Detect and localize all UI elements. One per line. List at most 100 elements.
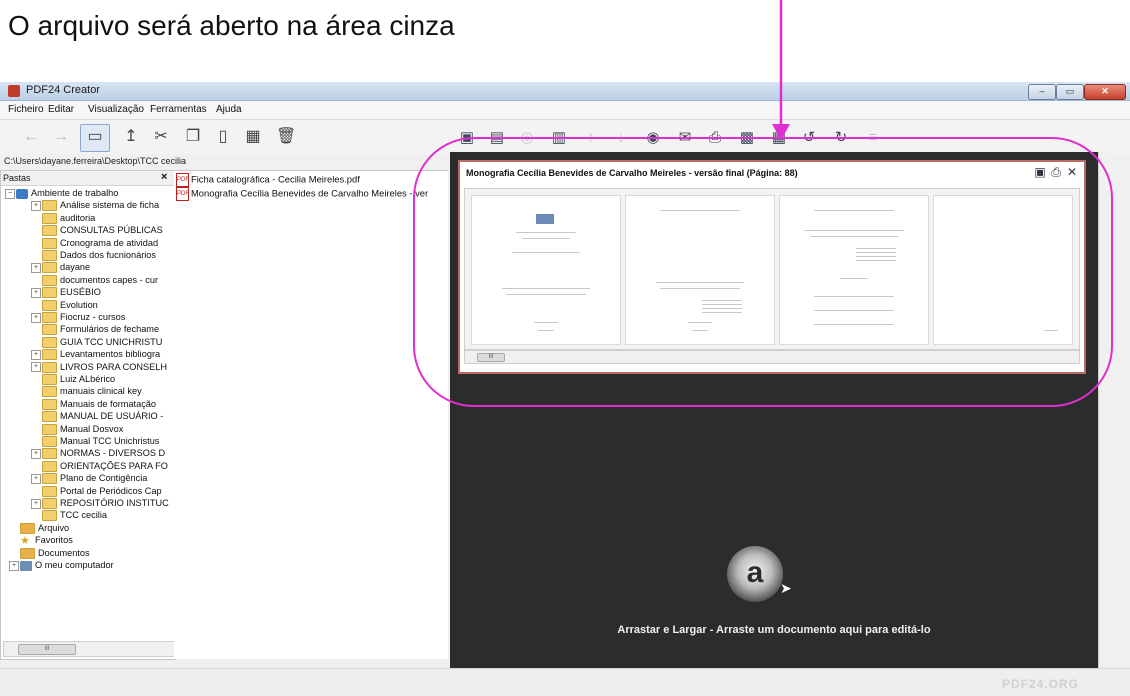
tree-item[interactable]: Evolution [31, 299, 98, 311]
tree-item[interactable]: TCC cecilia [31, 509, 107, 522]
print-icon[interactable]: ⎙ [706, 129, 724, 147]
pdf24-window: PDF24 Creator – ▭ ✕ Ficheiro Editar Visu… [0, 82, 1130, 696]
editor-area[interactable]: Monografia Cecília Benevides de Carvalho… [450, 152, 1098, 668]
tree-item[interactable]: + Fiocruz - cursos [31, 311, 125, 324]
collapse-icon[interactable]: − [5, 188, 15, 199]
maximize-button[interactable]: ▭ [1056, 84, 1084, 100]
rotate-left-icon[interactable]: ↺ [800, 129, 818, 147]
tree-item[interactable]: Formulários de fechame [31, 323, 160, 336]
up-arrow-icon[interactable]: ↑ [582, 129, 600, 147]
special-folder-icon [20, 522, 35, 534]
expand-icon[interactable]: + [31, 200, 41, 211]
expand-icon[interactable]: + [31, 349, 41, 360]
folder-icon [42, 411, 57, 423]
page-thumbnail[interactable] [471, 195, 621, 345]
tree-item[interactable]: documentos capes - cur [31, 274, 158, 286]
menu-ajuda[interactable]: Ajuda [216, 104, 242, 115]
tree-item-label: Formulários de fechame [60, 324, 160, 335]
fax-icon[interactable]: ▩ [738, 129, 756, 147]
grid-view-icon[interactable]: ▦ [770, 129, 788, 147]
tree-item[interactable]: + O meu computador [9, 559, 114, 571]
tree-horizontal-scrollbar[interactable]: III [3, 641, 175, 657]
rotate-right-icon[interactable]: ↻ [832, 129, 850, 147]
tree-item[interactable]: + REPOSITÓRIO INSTITUC [31, 497, 169, 510]
document-scroll-thumb[interactable]: III [477, 353, 505, 362]
tree-item[interactable]: Arquivo [9, 522, 69, 534]
paste-icon[interactable]: ▯ [214, 128, 232, 146]
grid-icon[interactable]: ▦ [244, 128, 262, 146]
expand-icon[interactable]: + [31, 473, 41, 484]
tree-item[interactable]: + EUSÉBIO [31, 286, 101, 299]
tree-item-label: CONSULTAS PÚBLICAS [60, 225, 163, 236]
tree-item[interactable]: Manual TCC Unichristus [31, 435, 159, 448]
tree-item[interactable]: Portal de Periódicos Cap [31, 485, 162, 497]
expand-icon[interactable]: + [31, 287, 41, 298]
trash-icon[interactable]: 🗑 [276, 128, 296, 146]
tree-item[interactable]: Cronograma de atividad [31, 237, 158, 249]
tree-item[interactable]: Manual Dosvox [31, 423, 123, 435]
tree-item[interactable]: GUIA TCC UNICHRISTU [31, 336, 162, 348]
expand-icon[interactable]: + [31, 498, 41, 509]
tree-item[interactable]: CONSULTAS PÚBLICAS [31, 224, 163, 237]
close-icon[interactable]: ✕ [1066, 166, 1078, 178]
page-thumbnails[interactable] [464, 188, 1080, 350]
menu-editar[interactable]: Editar [48, 104, 74, 115]
tree-item-label: EUSÉBIO [60, 287, 101, 298]
tree-scroll-thumb[interactable]: III [18, 644, 76, 655]
tree-item[interactable]: + LIVROS PARA CONSELH [31, 361, 167, 373]
menu-ficheiro[interactable]: Ficheiro [8, 104, 44, 115]
tree-item[interactable]: Documentos [9, 547, 90, 559]
expand-icon[interactable]: + [31, 362, 41, 373]
page-icon[interactable]: ▤ [488, 129, 506, 147]
file-item[interactable]: PDF Monografia Cecília Benevides de Carva… [176, 187, 428, 201]
copy-icon[interactable]: ❐ [184, 128, 202, 146]
page-thumbnail[interactable] [933, 195, 1073, 345]
folder-icon [42, 374, 57, 386]
tree-item[interactable]: ORIENTAÇÕES PARA FO [31, 460, 168, 472]
menu-visualizacao[interactable]: Visualização [88, 104, 144, 115]
file-item[interactable]: PDF Ficha catalográfica - Cecilia Meirele… [176, 173, 360, 187]
delete-page-icon[interactable]: ▥ [550, 129, 568, 147]
back-arrow-icon[interactable]: ← [22, 128, 40, 146]
tree-close-button[interactable]: × [161, 171, 167, 183]
expand-icon[interactable]: + [31, 312, 41, 323]
tree-item[interactable]: + Plano de Contigência [31, 472, 147, 485]
folder-view-icon[interactable]: ▭ [86, 128, 104, 146]
up-icon[interactable]: ↥ [122, 128, 140, 146]
menu-ferramentas[interactable]: Ferramentas [150, 104, 207, 115]
link-icon[interactable]: ◎ [518, 129, 536, 147]
close-window-button[interactable]: ✕ [1084, 84, 1126, 100]
tree-item[interactable]: MANUAL DE USUÁRIO - [31, 410, 163, 423]
mail-icon[interactable]: ✉ [676, 129, 694, 147]
tree-item[interactable]: + dayane [31, 261, 90, 274]
tree-item[interactable]: Manuais de formatação [31, 398, 156, 410]
tree-item[interactable]: Luiz ALbérico [31, 373, 115, 386]
eye-icon[interactable]: ◉ [644, 129, 662, 147]
tree-item[interactable]: − Ambiente de trabalho [5, 187, 118, 199]
tree-item[interactable]: ★ Favoritos [9, 534, 73, 547]
down-arrow-icon[interactable]: ↓ [612, 129, 630, 147]
folder-icon [42, 423, 57, 435]
tree-item[interactable]: Dados dos fucnionários [31, 249, 156, 262]
print-icon[interactable]: ⎙ [1050, 166, 1062, 178]
tree-item[interactable]: + Análise sistema de ficha [31, 199, 159, 212]
tree-item[interactable]: auditoria [31, 212, 95, 224]
cut-icon[interactable]: ✂ [152, 128, 170, 146]
save-icon[interactable]: ▣ [458, 129, 476, 147]
tree-item-label: O meu computador [35, 560, 114, 570]
tree-item[interactable]: + NORMAS - DIVERSOS D [31, 447, 165, 460]
minimize-button[interactable]: – [1028, 84, 1056, 100]
expand-icon[interactable]: + [31, 448, 41, 459]
document-horizontal-scrollbar[interactable]: III [464, 350, 1080, 364]
forward-arrow-icon[interactable]: → [52, 128, 70, 146]
tree-item[interactable]: manuais clinical key [31, 385, 142, 398]
save-icon[interactable]: ▣ [1034, 166, 1046, 178]
list-icon[interactable]: ≡ [864, 129, 882, 147]
expand-icon[interactable]: + [9, 560, 19, 571]
expand-icon[interactable]: + [31, 262, 41, 273]
tree-item[interactable]: + Levantamentos bibliogra [31, 348, 160, 361]
page-thumbnail[interactable] [625, 195, 775, 345]
document-panel[interactable]: Monografia Cecília Benevides de Carvalho… [458, 160, 1086, 374]
page-thumbnail[interactable] [779, 195, 929, 345]
editor-vertical-scrollbar[interactable] [1098, 152, 1109, 668]
